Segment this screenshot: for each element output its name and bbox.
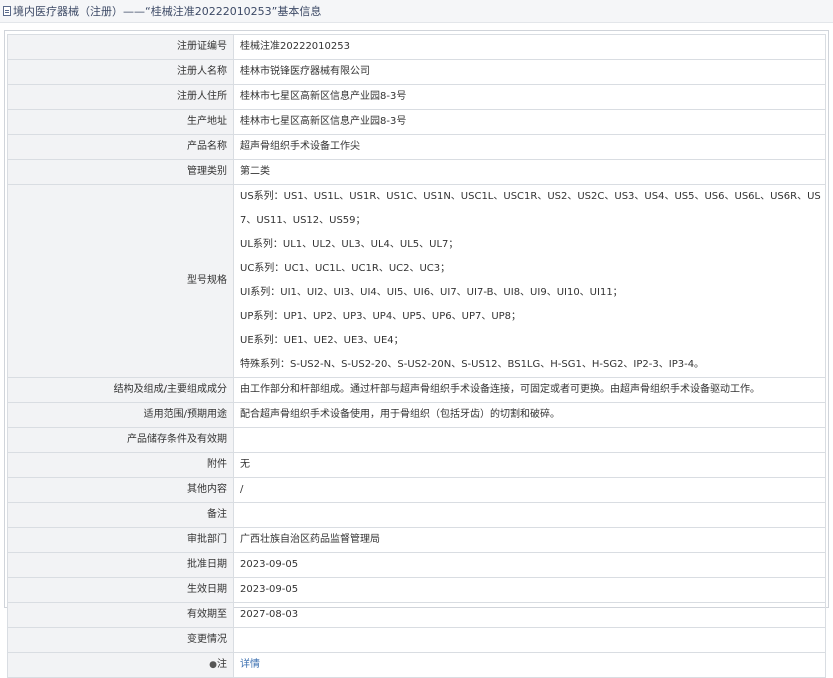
row-label: 产品储存条件及有效期 <box>7 427 234 453</box>
row-label: 结构及组成/主要组成成分 <box>7 377 234 403</box>
table-row: 型号规格 US系列：US1、US1L、US1R、US1C、US1N、USC1L、… <box>7 184 826 378</box>
table-row: 产品储存条件及有效期 <box>7 427 826 453</box>
table-row: 其他内容 / <box>7 477 826 503</box>
row-value: / <box>233 477 826 503</box>
row-value: 桂械注准20222010253 <box>233 34 826 60</box>
row-label: 其他内容 <box>7 477 234 503</box>
info-panel: 注册证编号 桂械注准20222010253 注册人名称 桂林市锐锋医疗器械有限公… <box>4 30 829 678</box>
row-label: 批准日期 <box>7 552 234 578</box>
row-label: 管理类别 <box>7 159 234 185</box>
row-value: 由工作部分和杆部组成。通过杆部与超声骨组织手术设备连接，可固定或者可更换。由超声… <box>233 377 826 403</box>
row-value <box>233 502 826 528</box>
row-value: 详情 <box>233 652 826 678</box>
row-label: 注册人住所 <box>7 84 234 110</box>
row-value: 无 <box>233 452 826 478</box>
row-label: 型号规格 <box>7 184 234 378</box>
model-line: 特殊系列：S-US2-N、S-US2-20、S-US2-20N、S-US12、B… <box>240 359 705 370</box>
row-value: 第二类 <box>233 159 826 185</box>
page-title: 境内医疗器械（注册）——“桂械注准20222010253”基本信息 <box>13 5 322 18</box>
table-row: 生效日期 2023-09-05 <box>7 577 826 603</box>
row-value: 2027-08-03 <box>233 602 826 628</box>
table-row: 有效期至 2027-08-03 <box>7 602 826 628</box>
table-row: 审批部门 广西壮族自治区药品监督管理局 <box>7 527 826 553</box>
row-value: 配合超声骨组织手术设备使用，用于骨组织（包括牙齿）的切割和破碎。 <box>233 402 826 428</box>
row-label: 变更情况 <box>7 627 234 653</box>
detail-link[interactable]: 详情 <box>240 659 260 670</box>
row-value: 2023-09-05 <box>233 552 826 578</box>
pin-icon: ● <box>209 660 217 670</box>
info-table: 注册证编号 桂械注准20222010253 注册人名称 桂林市锐锋医疗器械有限公… <box>7 34 826 678</box>
row-label: 备注 <box>7 502 234 528</box>
row-label: 注册证编号 <box>7 34 234 60</box>
row-value: 2023-09-05 <box>233 577 826 603</box>
table-row: 结构及组成/主要组成成分 由工作部分和杆部组成。通过杆部与超声骨组织手术设备连接… <box>7 377 826 403</box>
row-value: 超声骨组织手术设备工作尖 <box>233 134 826 160</box>
table-row: 附件 无 <box>7 452 826 478</box>
row-label: 产品名称 <box>7 134 234 160</box>
table-row: 产品名称 超声骨组织手术设备工作尖 <box>7 134 826 160</box>
table-row: 变更情况 <box>7 627 826 653</box>
row-value <box>233 427 826 453</box>
table-row: 注册人名称 桂林市锐锋医疗器械有限公司 <box>7 59 826 85</box>
row-label: 生产地址 <box>7 109 234 135</box>
row-value: 桂林市锐锋医疗器械有限公司 <box>233 59 826 85</box>
row-value: 广西壮族自治区药品监督管理局 <box>233 527 826 553</box>
model-line: UL系列：UL1、UL2、UL3、UL4、UL5、UL7； <box>240 239 459 250</box>
model-line: UC系列：UC1、UC1L、UC1R、UC2、UC3； <box>240 263 451 274</box>
table-row: ●注 详情 <box>7 652 826 678</box>
row-value: 桂林市七星区高新区信息产业园8-3号 <box>233 109 826 135</box>
row-label: 注册人名称 <box>7 59 234 85</box>
note-label-cell: ●注 <box>7 652 234 678</box>
row-value <box>233 627 826 653</box>
table-row: 注册证编号 桂械注准20222010253 <box>7 34 826 60</box>
model-line: UI系列：UI1、UI2、UI3、UI4、UI5、UI6、UI7、UI7-B、U… <box>240 287 623 298</box>
model-line: UE系列：UE1、UE2、UE3、UE4； <box>240 335 404 346</box>
model-spec-list: US系列：US1、US1L、US1R、US1C、US1N、USC1L、USC1R… <box>233 184 826 378</box>
page-header: 境内医疗器械（注册）——“桂械注准20222010253”基本信息 <box>0 0 833 23</box>
table-row: 批准日期 2023-09-05 <box>7 552 826 578</box>
model-line: US系列：US1、US1L、US1R、US1C、US1N、USC1L、USC1R… <box>240 191 821 226</box>
table-row: 注册人住所 桂林市七星区高新区信息产业园8-3号 <box>7 84 826 110</box>
document-icon <box>3 6 11 16</box>
row-label: 注 <box>217 659 227 670</box>
row-value: 桂林市七星区高新区信息产业园8-3号 <box>233 84 826 110</box>
row-label: 适用范围/预期用途 <box>7 402 234 428</box>
row-label: 审批部门 <box>7 527 234 553</box>
table-row: 备注 <box>7 502 826 528</box>
table-row: 生产地址 桂林市七星区高新区信息产业园8-3号 <box>7 109 826 135</box>
table-row: 管理类别 第二类 <box>7 159 826 185</box>
row-label: 生效日期 <box>7 577 234 603</box>
row-label: 有效期至 <box>7 602 234 628</box>
model-line: UP系列：UP1、UP2、UP3、UP4、UP5、UP6、UP7、UP8； <box>240 311 522 322</box>
table-row: 适用范围/预期用途 配合超声骨组织手术设备使用，用于骨组织（包括牙齿）的切割和破… <box>7 402 826 428</box>
row-label: 附件 <box>7 452 234 478</box>
